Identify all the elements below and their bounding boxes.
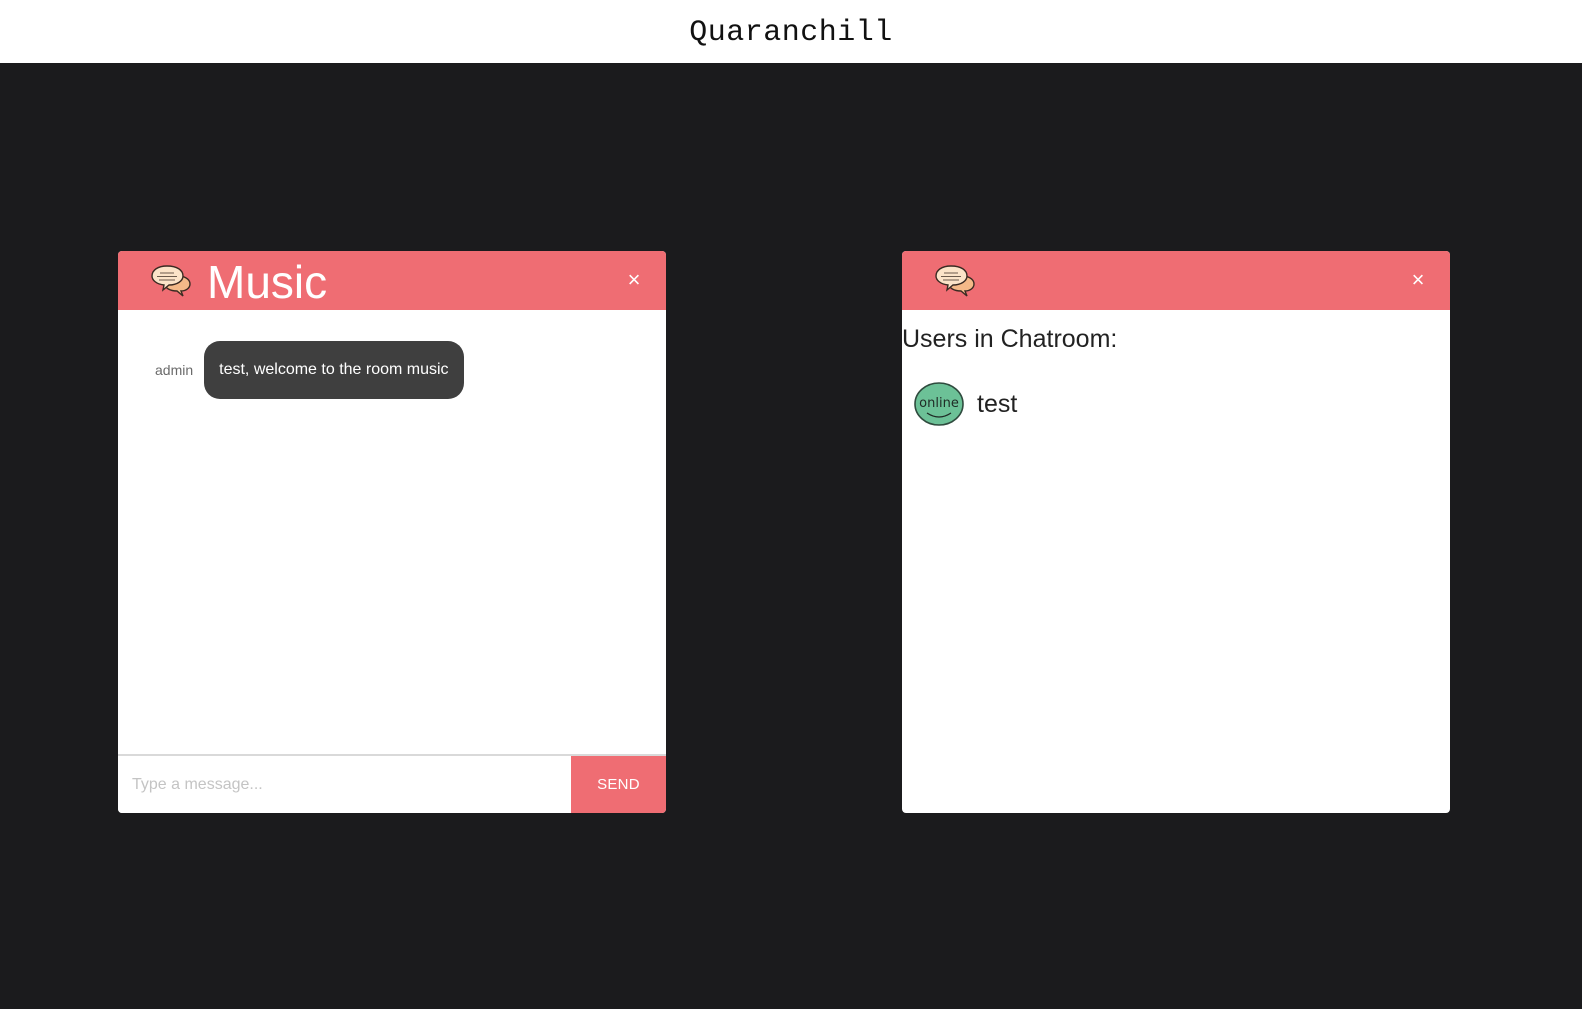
chat-panel: Music × admin test, welcome to the room … — [118, 251, 666, 813]
user-list-item[interactable]: online test — [913, 381, 1017, 427]
online-status-label: online — [919, 396, 959, 411]
user-name: test — [977, 389, 1018, 418]
chat-bubbles-icon — [934, 264, 976, 298]
online-status-icon: online — [913, 381, 965, 427]
message-input[interactable] — [118, 756, 571, 813]
chat-bubbles-icon — [150, 264, 192, 298]
message-sender: admin — [155, 362, 194, 378]
close-chat-button[interactable]: × — [622, 268, 646, 292]
message-item: admin test, welcome to the room music — [155, 341, 464, 399]
room-title: Music — [207, 256, 328, 308]
users-heading: Users in Chatroom: — [902, 325, 1118, 353]
message-bubble: test, welcome to the room music — [204, 341, 464, 399]
send-button[interactable]: SEND — [571, 756, 666, 813]
message-composer: SEND — [118, 754, 666, 813]
users-panel-header: × — [902, 251, 1450, 310]
message-list[interactable]: admin test, welcome to the room music — [118, 310, 666, 754]
close-users-button[interactable]: × — [1406, 268, 1430, 292]
chat-panel-header: Music × — [118, 251, 666, 310]
users-panel: × Users in Chatroom: online test — [902, 251, 1450, 813]
app-brand: Quaranchill — [689, 15, 893, 50]
top-bar: Quaranchill — [0, 0, 1582, 63]
